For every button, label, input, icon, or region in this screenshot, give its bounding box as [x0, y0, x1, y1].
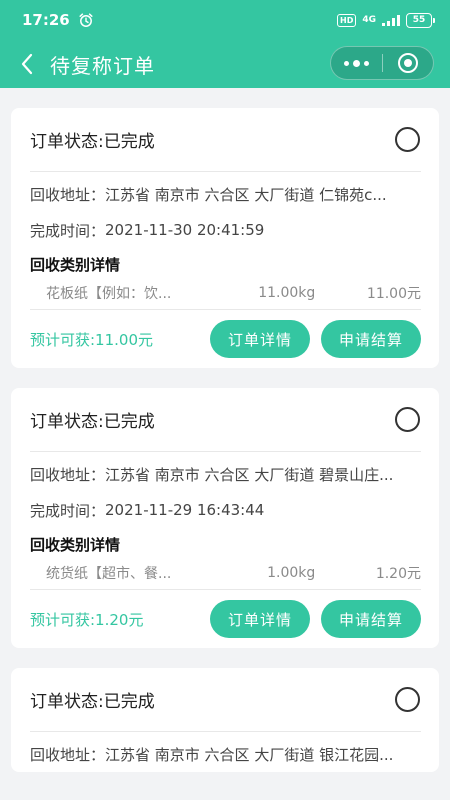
target-icon: [397, 53, 418, 73]
item-name: 花板纸【例如：饮...: [46, 285, 172, 302]
status-bar: 17:26 HD 4G 55: [0, 0, 450, 40]
select-radio[interactable]: [395, 127, 420, 152]
time-row: 完成时间： 2021-11-30 20:41:59: [30, 212, 421, 248]
order-list[interactable]: 订单状态:已完成 回收地址： 江苏省 南京市 六合区 大厂街道 仁锦苑c... …: [0, 88, 450, 800]
order-detail-button[interactable]: 订单详情: [209, 600, 310, 638]
header: 17:26 HD 4G 55 待复称订单: [0, 0, 450, 88]
order-card-footer: 预计可获:11.00元 订单详情 申请结算: [30, 310, 421, 368]
order-card-header: 订单状态:已完成: [30, 108, 421, 172]
battery-level: 55: [412, 15, 426, 25]
address-value: 江苏省 南京市 六合区 大厂街道 仁锦苑c...: [105, 185, 387, 204]
status-time: 17:26: [22, 11, 70, 29]
order-card: 订单状态:已完成 回收地址： 江苏省 南京市 六合区 大厂街道 碧景山庄... …: [11, 388, 439, 648]
alarm-icon: [79, 13, 93, 27]
order-card-footer: 预计可获:1.20元 订单详情 申请结算: [30, 590, 421, 648]
item-weight: 11.00kg: [258, 284, 316, 301]
item-price: 1.20元: [375, 565, 421, 582]
address-row: 回收地址： 江苏省 南京市 六合区 大厂街道 碧景山庄...: [30, 456, 421, 492]
order-status: 订单状态:已完成: [30, 412, 155, 432]
nav-bar: 待复称订单: [0, 40, 450, 88]
more-dots-icon: [343, 59, 369, 67]
category-section-title: 回收类别详情: [30, 535, 121, 554]
address-row: 回收地址： 江苏省 南京市 六合区 大厂街道 仁锦苑c...: [30, 176, 421, 212]
signal-icon: [382, 14, 400, 26]
battery-icon: 55: [406, 12, 435, 28]
back-button[interactable]: [14, 51, 40, 77]
apply-settlement-button[interactable]: 申请结算: [320, 600, 421, 638]
order-card-header: 订单状态:已完成: [30, 668, 421, 732]
order-status: 订单状态:已完成: [30, 692, 155, 712]
time-value: 2021-11-30 20:41:59: [105, 221, 265, 239]
estimate-amount: 预计可获:11.00元: [30, 330, 153, 349]
item-price: 11.00元: [366, 285, 421, 302]
order-card: 订单状态:已完成 回收地址： 江苏省 南京市 六合区 大厂街道 仁锦苑c... …: [11, 108, 439, 368]
time-row: 完成时间： 2021-11-29 16:43:44: [30, 492, 421, 528]
order-status: 订单状态:已完成: [30, 132, 155, 152]
select-radio[interactable]: [395, 687, 420, 712]
page-title: 待复称订单: [50, 53, 155, 78]
status-time-group: 17:26: [22, 11, 94, 29]
category-section-title: 回收类别详情: [30, 255, 121, 274]
miniprogram-capsule: [330, 46, 434, 80]
address-value: 江苏省 南京市 六合区 大厂街道 碧景山庄...: [105, 465, 394, 484]
address-value: 江苏省 南京市 六合区 大厂街道 银江花园...: [105, 745, 394, 764]
address-label: 回收地址：: [30, 745, 106, 764]
time-value: 2021-11-29 16:43:44: [105, 501, 265, 519]
item-weight: 1.00kg: [267, 564, 316, 581]
more-button[interactable]: [331, 47, 382, 79]
order-detail-button[interactable]: 订单详情: [209, 320, 310, 358]
hd-badge: HD: [337, 13, 357, 27]
close-miniprogram-button[interactable]: [383, 47, 434, 79]
chevron-left-icon: [21, 53, 33, 75]
order-card-header: 订单状态:已完成: [30, 388, 421, 452]
address-label: 回收地址：: [30, 465, 106, 484]
time-label: 完成时间：: [30, 501, 106, 520]
apply-settlement-button[interactable]: 申请结算: [320, 320, 421, 358]
address-row: 回收地址： 江苏省 南京市 六合区 大厂街道 银江花园...: [30, 736, 421, 772]
network-type: 4G: [362, 15, 376, 25]
category-item: 统货纸【超市、餐... 1.00kg 1.20元: [30, 560, 421, 590]
time-label: 完成时间：: [30, 221, 106, 240]
status-indicators: HD 4G 55: [337, 12, 435, 28]
order-card: 订单状态:已完成 回收地址： 江苏省 南京市 六合区 大厂街道 银江花园...: [11, 668, 439, 772]
category-item: 花板纸【例如：饮... 11.00kg 11.00元: [30, 280, 421, 310]
estimate-amount: 预计可获:1.20元: [30, 610, 144, 629]
item-name: 统货纸【超市、餐...: [46, 565, 172, 582]
address-label: 回收地址：: [30, 185, 106, 204]
select-radio[interactable]: [395, 407, 420, 432]
